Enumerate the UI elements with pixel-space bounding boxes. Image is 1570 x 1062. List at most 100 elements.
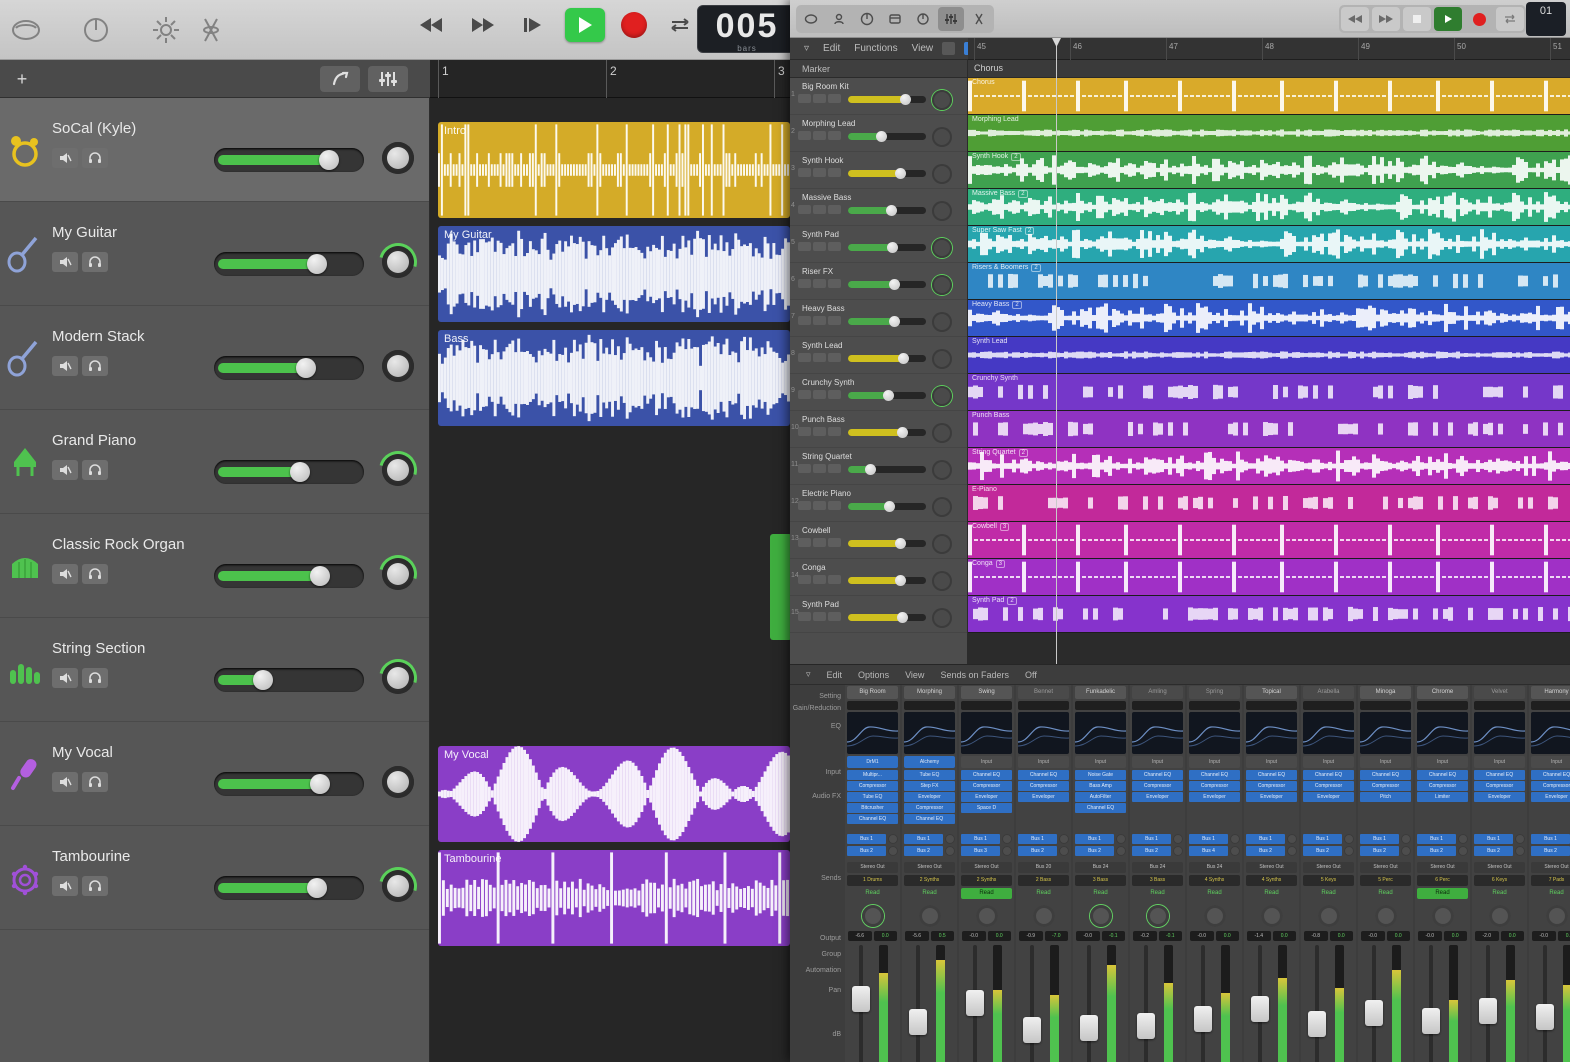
garageband-track-row[interactable]: My Vocal	[0, 722, 429, 826]
automation-mode[interactable]: Read	[904, 888, 955, 899]
volume-value[interactable]: -0.2	[1133, 931, 1157, 941]
pan-knob[interactable]	[932, 127, 952, 147]
solo-button[interactable]	[82, 148, 108, 168]
garageband-track-row[interactable]: My Guitar	[0, 202, 429, 306]
volume-slider[interactable]	[848, 538, 926, 549]
send-knob[interactable]	[1458, 834, 1468, 844]
eq-thumbnail[interactable]	[1189, 712, 1240, 754]
group-slot[interactable]: 2 Bass	[1018, 875, 1069, 886]
group-slot[interactable]: 4 Synths	[1246, 875, 1297, 886]
audio-fx-slot[interactable]: Multipr...	[847, 770, 898, 780]
pan-knob[interactable]	[932, 238, 952, 258]
logic-track-header[interactable]: 10 Punch Bass	[790, 411, 967, 448]
group-slot[interactable]: 4 Synths	[1189, 875, 1240, 886]
send-slot[interactable]: Bus 1	[1303, 834, 1354, 844]
pan-knob[interactable]	[382, 662, 414, 694]
send-slot[interactable]: Bus 2	[1075, 846, 1126, 856]
volume-slider[interactable]	[214, 668, 364, 692]
pan-control[interactable]	[902, 901, 957, 931]
send-slot[interactable]: Bus 2	[1132, 846, 1183, 856]
pan-knob[interactable]	[932, 460, 952, 480]
input-slot[interactable]: Input	[1531, 756, 1570, 768]
volume-slider[interactable]	[214, 772, 364, 796]
logic-region[interactable]: E-Piano	[968, 485, 1570, 522]
peak-value[interactable]: 0.0	[1557, 931, 1570, 941]
volume-fader[interactable]	[1134, 945, 1181, 1062]
group-slot[interactable]: 6 Keys	[1474, 875, 1525, 886]
editors-icon[interactable]	[150, 14, 182, 46]
logic-track-header[interactable]: 12 Electric Piano	[790, 485, 967, 522]
volume-slider[interactable]	[214, 252, 364, 276]
group-slot[interactable]: 2 Synths	[904, 875, 955, 886]
garageband-region[interactable]: Intro	[438, 122, 790, 218]
mixer-channel-strip[interactable]: Harmony Input Channel EQ Compressor Envelope…	[1529, 685, 1570, 1062]
audio-fx-slot[interactable]: Bitcrusher	[847, 803, 898, 813]
mixer-channel-strip[interactable]: Chrome Input Channel EQ Compressor Limiter Bu…	[1415, 685, 1470, 1062]
audio-fx-slot[interactable]: Compressor	[1246, 781, 1297, 791]
garageband-ruler[interactable]: 1 2 3	[430, 60, 790, 98]
cycle-button[interactable]	[663, 8, 697, 42]
audio-fx-slot[interactable]: Compressor	[1474, 781, 1525, 791]
channel-name[interactable]: Harmony	[1531, 686, 1570, 699]
logic-region[interactable]: Punch Bass	[968, 411, 1570, 448]
toolbar-icon[interactable]	[882, 7, 908, 31]
pan-knob[interactable]	[382, 558, 414, 590]
mixer-channel-strip[interactable]: Funkadelic Input Noise Gate Bass Amp AutoFil…	[1073, 685, 1128, 1062]
send-knob[interactable]	[1230, 846, 1240, 856]
logic-track-header[interactable]: 13 Cowbell	[790, 522, 967, 559]
send-knob[interactable]	[1515, 834, 1525, 844]
pan-knob[interactable]	[932, 349, 952, 369]
solo-button[interactable]	[813, 131, 826, 140]
input-slot[interactable]: Input	[1360, 756, 1411, 768]
volume-slider[interactable]	[848, 464, 926, 475]
send-slot[interactable]: Bus 1	[1531, 834, 1570, 844]
garageband-region-green[interactable]	[770, 534, 792, 640]
garageband-track-row[interactable]: Tambourine	[0, 826, 429, 930]
peak-value[interactable]: 0.0	[987, 931, 1011, 941]
volume-slider[interactable]	[214, 564, 364, 588]
logic-track-header[interactable]: 11 String Quartet	[790, 448, 967, 485]
volume-slider[interactable]	[214, 148, 364, 172]
audio-fx-slot[interactable]: Compressor	[904, 803, 955, 813]
mute-button[interactable]	[798, 427, 811, 436]
input-slot[interactable]: Input	[1303, 756, 1354, 768]
channel-name[interactable]: Bennet	[1018, 686, 1069, 699]
send-slot[interactable]: Bus 4	[1189, 846, 1240, 856]
pan-knob[interactable]	[382, 870, 414, 902]
rewind-button[interactable]	[1341, 7, 1369, 31]
volume-fader[interactable]	[1020, 945, 1067, 1062]
mute-button[interactable]	[52, 148, 78, 168]
record-enable-button[interactable]	[828, 538, 841, 547]
solo-button[interactable]	[82, 772, 108, 792]
send-knob[interactable]	[888, 846, 898, 856]
send-slot[interactable]: Bus 1	[904, 834, 955, 844]
send-knob[interactable]	[1344, 846, 1354, 856]
output-slot[interactable]: Stereo Out	[1531, 862, 1570, 873]
pan-knob[interactable]	[932, 423, 952, 443]
solo-button[interactable]	[813, 427, 826, 436]
send-knob[interactable]	[1002, 834, 1012, 844]
group-slot[interactable]: 1 Drums	[847, 875, 898, 886]
audio-fx-slot[interactable]: Enveloper	[1189, 792, 1240, 802]
rewind-button[interactable]	[415, 8, 449, 42]
logic-track-header[interactable]: 4 Massive Bass	[790, 189, 967, 226]
mute-button[interactable]	[52, 772, 78, 792]
record-button[interactable]	[621, 12, 647, 38]
volume-fader[interactable]	[1191, 945, 1238, 1062]
audio-fx-slot[interactable]: Enveloper	[1303, 792, 1354, 802]
loop-browser-icon[interactable]	[195, 14, 227, 46]
solo-button[interactable]	[813, 575, 826, 584]
send-knob[interactable]	[1401, 834, 1411, 844]
garageband-region[interactable]: My Guitar	[438, 226, 790, 322]
audio-fx-slot[interactable]: Compressor	[1132, 781, 1183, 791]
logic-region[interactable]: Crunchy Synth	[968, 374, 1570, 411]
send-slot[interactable]: Bus 1	[1417, 834, 1468, 844]
send-knob[interactable]	[1059, 846, 1069, 856]
output-slot[interactable]: Stereo Out	[847, 862, 898, 873]
input-slot[interactable]: DrM1	[847, 756, 898, 768]
volume-slider[interactable]	[848, 131, 926, 142]
send-slot[interactable]: Bus 2	[1417, 846, 1468, 856]
eq-thumbnail[interactable]	[1246, 712, 1297, 754]
mute-button[interactable]	[798, 242, 811, 251]
audio-fx-slot[interactable]: Step FX	[904, 781, 955, 791]
